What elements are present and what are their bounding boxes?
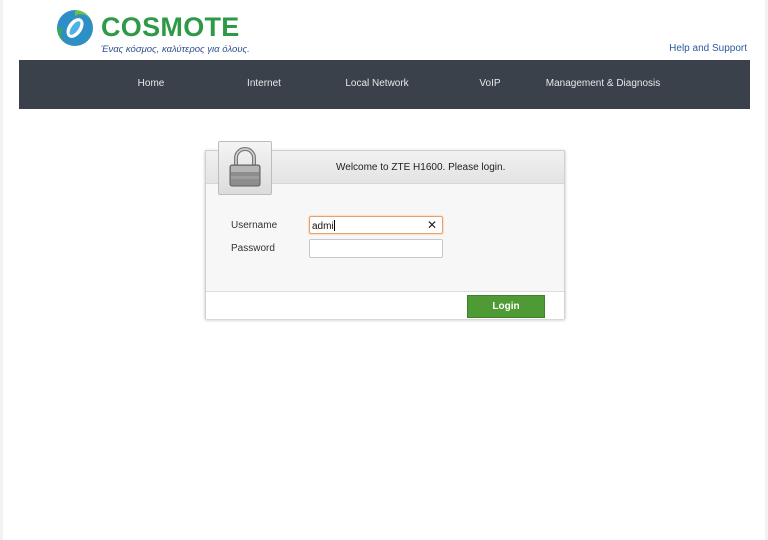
text-caret [333, 220, 335, 231]
username-value: admi [312, 221, 334, 232]
password-input[interactable] [309, 239, 443, 258]
page: COSMOTE Ένας κόσμος, καλύτερος για όλους… [3, 0, 765, 540]
login-button[interactable]: Login [467, 295, 545, 318]
welcome-text: Welcome to ZTE H1600. Please login. [336, 162, 506, 173]
nav-item-local-network[interactable]: Local Network [345, 78, 408, 89]
lock-box [218, 141, 272, 195]
main-nav: Home Internet Local Network VoIP Managem… [19, 60, 750, 109]
logo-text: COSMOTE [101, 12, 240, 42]
login-panel: Welcome to ZTE H1600. Please login. User… [205, 141, 565, 319]
help-and-support-link[interactable]: Help and Support [669, 43, 747, 54]
nav-item-home[interactable]: Home [138, 78, 165, 89]
password-label: Password [231, 243, 275, 254]
nav-item-voip[interactable]: VoIP [479, 78, 500, 89]
username-input[interactable]: admi ✕ [309, 216, 443, 234]
login-panel-footer: Login [206, 291, 564, 319]
cosmote-swirl-icon [57, 10, 93, 46]
nav-item-management-diagnosis[interactable]: Management & Diagnosis [546, 78, 661, 89]
cosmote-logo: COSMOTE Ένας κόσμος, καλύτερος για όλους… [55, 8, 255, 56]
username-label: Username [231, 220, 278, 231]
clear-icon[interactable]: ✕ [427, 218, 437, 232]
nav-item-internet[interactable]: Internet [247, 78, 281, 89]
lock-icon [229, 147, 261, 187]
logo-tagline: Ένας κόσμος, καλύτερος για όλους. [101, 44, 250, 55]
